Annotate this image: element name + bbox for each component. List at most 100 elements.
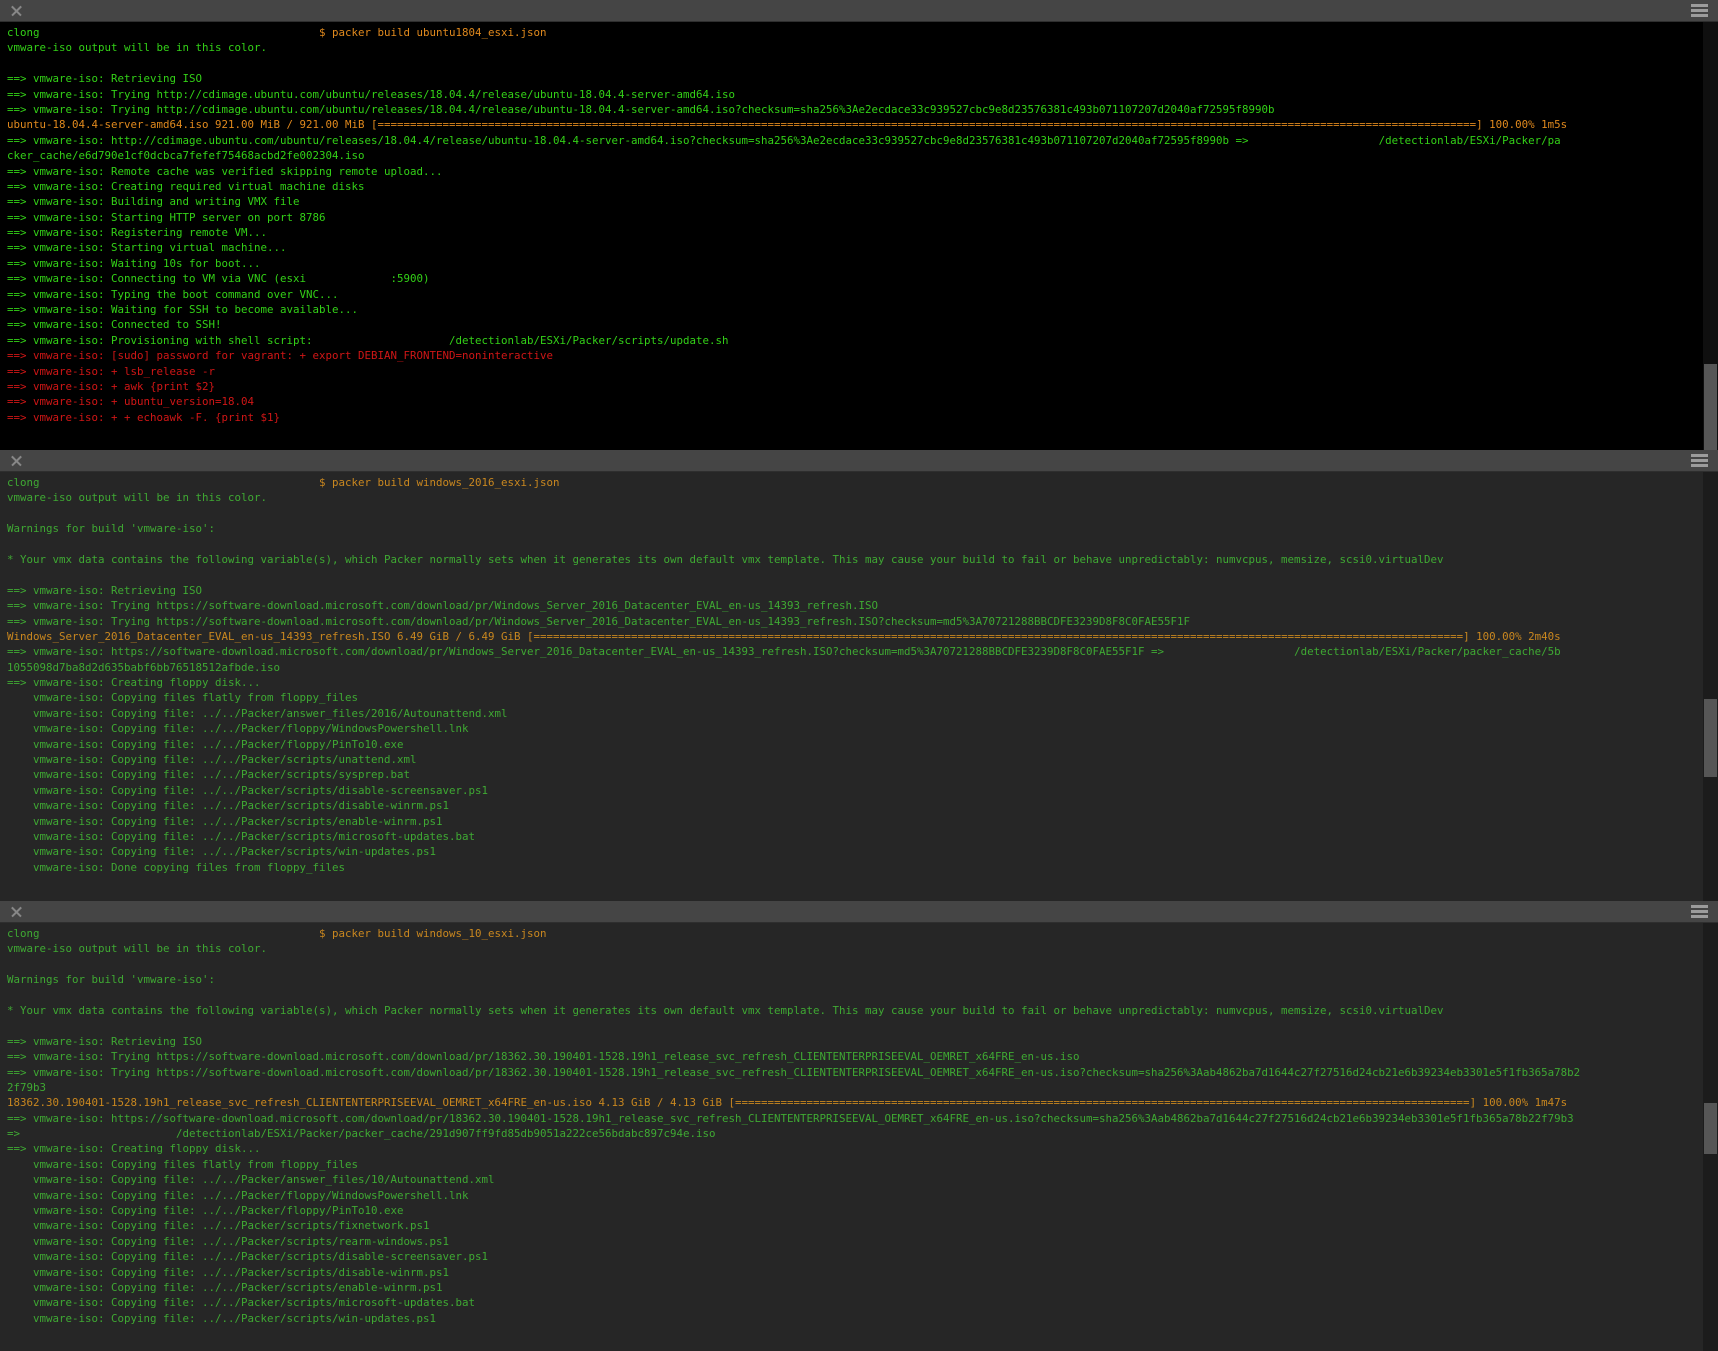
- terminal-text-segment: vmware-iso: Copying files flatly from fl…: [7, 691, 358, 704]
- scrollbar[interactable]: [1703, 22, 1718, 450]
- terminal-text-segment: vmware-iso: Copying file: ../../Packer/s…: [7, 799, 449, 812]
- terminal-output-windows2016[interactable]: clong $ packer build windows_2016_esxi.j…: [0, 472, 1718, 901]
- close-icon[interactable]: [10, 905, 23, 918]
- terminal-text-segment: Warnings for build 'vmware-iso':: [7, 522, 215, 535]
- terminal-text-segment: ==> vmware-iso: Building and writing VMX…: [7, 195, 300, 208]
- terminal-line: ==> vmware-iso: + + echoawk -F. {print $…: [7, 410, 1718, 425]
- terminal-line: vmware-iso: Copying file: ../../Packer/s…: [7, 1295, 1718, 1310]
- terminal-line: ==> vmware-iso: + awk {print $2}: [7, 379, 1718, 394]
- terminal-text-segment: 1055098d7ba8d2d635babf6bb76518512afbde.i…: [7, 661, 280, 674]
- terminal-pane-ubuntu1804: clong $ packer build ubuntu1804_esxi.jso…: [0, 0, 1718, 450]
- terminal-line: vmware-iso: Copying file: ../../Packer/s…: [7, 798, 1718, 813]
- terminal-line: ==> vmware-iso: Trying https://software-…: [7, 598, 1718, 613]
- scrollbar[interactable]: [1703, 923, 1718, 1351]
- terminal-text-segment: [306, 272, 391, 285]
- terminal-line: ==> vmware-iso: Retrieving ISO: [7, 583, 1718, 598]
- terminal-text-segment: ==> vmware-iso: Trying https://software-…: [7, 1066, 1580, 1079]
- scrollbar[interactable]: [1703, 472, 1718, 901]
- terminal-line: ==> vmware-iso: Waiting for SSH to becom…: [7, 302, 1718, 317]
- terminal-line: ==> vmware-iso: http://cdimage.ubuntu.co…: [7, 133, 1718, 148]
- terminal-line: ==> vmware-iso: https://software-downloa…: [7, 1111, 1718, 1126]
- terminal-line: 2f79b3: [7, 1080, 1718, 1095]
- terminal-text-segment: * Your vmx data contains the following v…: [7, 553, 1444, 566]
- terminal-text-segment: cker_cache/e6d790e1cf0dcbca7fefef75468ac…: [7, 149, 365, 162]
- scrollbar-thumb[interactable]: [1704, 699, 1717, 776]
- terminal-line: vmware-iso: Copying file: ../../Packer/s…: [7, 1249, 1718, 1264]
- terminal-text-segment: Warnings for build 'vmware-iso':: [7, 973, 215, 986]
- terminal-text-segment: * Your vmx data contains the following v…: [7, 1004, 1444, 1017]
- terminal-text-segment: =>: [7, 1127, 20, 1140]
- terminal-text-segment: vmware-iso: Copying file: ../../Packer/s…: [7, 753, 417, 766]
- terminal-line: ==> vmware-iso: [sudo] password for vagr…: [7, 348, 1718, 363]
- terminal-line: ==> vmware-iso: + lsb_release -r: [7, 364, 1718, 379]
- terminal-text-segment: ==> vmware-iso: Retrieving ISO: [7, 72, 202, 85]
- terminal-text-segment: ==> vmware-iso: Starting virtual machine…: [7, 241, 287, 254]
- terminal-line: [7, 506, 1718, 521]
- terminal-line: ==> vmware-iso: Retrieving ISO: [7, 1034, 1718, 1049]
- terminal-text-segment: vmware-iso: Done copying files from flop…: [7, 861, 345, 874]
- terminal-line: clong $ packer build ubuntu1804_esxi.jso…: [7, 25, 1718, 40]
- close-icon[interactable]: [10, 454, 23, 467]
- close-icon[interactable]: [10, 4, 23, 17]
- terminal-output-ubuntu1804[interactable]: clong $ packer build ubuntu1804_esxi.jso…: [0, 22, 1718, 450]
- terminal-line: ==> vmware-iso: Creating floppy disk...: [7, 675, 1718, 690]
- terminal-text-segment: ==> vmware-iso: Trying http://cdimage.ub…: [7, 88, 735, 101]
- terminal-line: ==> vmware-iso: Trying https://software-…: [7, 1049, 1718, 1064]
- terminal-line: vmware-iso: Copying file: ../../Packer/s…: [7, 814, 1718, 829]
- terminal-line: => /detectionlab/ESXi/Packer/packer_cach…: [7, 1126, 1718, 1141]
- terminal-text-segment: vmware-iso: Copying file: ../../Packer/f…: [7, 722, 469, 735]
- terminal-text-segment: vmware-iso: Copying file: ../../Packer/a…: [7, 707, 508, 720]
- terminal-line: clong $ packer build windows_10_esxi.jso…: [7, 926, 1718, 941]
- terminal-line: ==> vmware-iso: Provisioning with shell …: [7, 333, 1718, 348]
- terminal-line: ==> vmware-iso: Waiting 10s for boot...: [7, 256, 1718, 271]
- terminal-text-segment: ==> vmware-iso: + ubuntu_version=18.04: [7, 395, 254, 408]
- terminal-text-segment: vmware-iso: Copying file: ../../Packer/s…: [7, 1312, 436, 1325]
- terminal-line: * Your vmx data contains the following v…: [7, 1003, 1718, 1018]
- scrollbar-thumb[interactable]: [1704, 364, 1717, 450]
- terminal-line: vmware-iso: Copying file: ../../Packer/s…: [7, 1280, 1718, 1295]
- terminal-text-segment: ==> vmware-iso: + + echoawk -F. {print $…: [7, 411, 280, 424]
- terminal-text-segment: /detectionlab/ESXi/Packer/pa: [1379, 134, 1561, 147]
- terminal-text-segment: Windows_Server_2016_Datacenter_EVAL_en-u…: [7, 630, 534, 643]
- terminal-text-segment: ==> vmware-iso: Trying https://software-…: [7, 599, 878, 612]
- menu-icon[interactable]: [1691, 905, 1708, 918]
- terminal-output-windows10[interactable]: clong $ packer build windows_10_esxi.jso…: [0, 923, 1718, 1351]
- terminal-text-segment: ==> vmware-iso: https://software-downloa…: [7, 1112, 1574, 1125]
- terminal-line: cker_cache/e6d790e1cf0dcbca7fefef75468ac…: [7, 148, 1718, 163]
- terminal-text-segment: ==> vmware-iso: + lsb_release -r: [7, 365, 215, 378]
- scrollbar-thumb[interactable]: [1704, 1103, 1717, 1154]
- terminal-text-segment: :5900): [391, 272, 430, 285]
- terminal-line: ==> vmware-iso: Creating required virtua…: [7, 179, 1718, 194]
- terminal-text-segment: ========================================…: [735, 1096, 1470, 1109]
- terminal-text-segment: ==> vmware-iso: Retrieving ISO: [7, 584, 202, 597]
- terminal-text-segment: vmware-iso: Copying file: ../../Packer/s…: [7, 784, 488, 797]
- terminal-text-segment: $ packer build windows_10_esxi.json: [319, 927, 547, 940]
- terminal-line: ==> vmware-iso: Connecting to VM via VNC…: [7, 271, 1718, 286]
- terminal-line: ==> vmware-iso: Trying http://cdimage.ub…: [7, 102, 1718, 117]
- terminal-text-segment: vmware-iso: Copying file: ../../Packer/s…: [7, 1296, 475, 1309]
- terminal-line: ubuntu-18.04.4-server-amd64.iso 921.00 M…: [7, 117, 1718, 132]
- terminal-text-segment: vmware-iso: Copying file: ../../Packer/f…: [7, 738, 404, 751]
- terminal-text-segment: clong: [7, 927, 40, 940]
- terminal-text-segment: vmware-iso: Copying file: ../../Packer/a…: [7, 1173, 495, 1186]
- terminal-text-segment: $ packer build ubuntu1804_esxi.json: [319, 26, 547, 39]
- menu-icon[interactable]: [1691, 4, 1708, 17]
- menu-icon[interactable]: [1691, 454, 1708, 467]
- terminal-text-segment: clong: [7, 476, 40, 489]
- terminal-pane-windows2016: clong $ packer build windows_2016_esxi.j…: [0, 450, 1718, 901]
- terminal-text-segment: ==> vmware-iso: Provisioning with shell …: [7, 334, 313, 347]
- terminal-text-segment: vmware-iso: Copying file: ../../Packer/s…: [7, 1235, 449, 1248]
- pane-titlebar: [0, 0, 1718, 22]
- terminal-text-segment: vmware-iso: Copying file: ../../Packer/s…: [7, 845, 436, 858]
- terminal-line: vmware-iso: Copying files flatly from fl…: [7, 1157, 1718, 1172]
- terminal-text-segment: ========================================…: [378, 118, 1477, 131]
- terminal-line: vmware-iso: Copying file: ../../Packer/s…: [7, 752, 1718, 767]
- terminal-text-segment: /detectionlab/ESXi/Packer/scripts/update…: [449, 334, 729, 347]
- terminal-text-segment: ==> vmware-iso: Creating floppy disk...: [7, 1142, 261, 1155]
- terminal-text-segment: 2f79b3: [7, 1081, 46, 1094]
- terminal-text-segment: ==> vmware-iso: Remote cache was verifie…: [7, 165, 443, 178]
- terminal-text-segment: ==> vmware-iso: Typing the boot command …: [7, 288, 339, 301]
- terminal-text-segment: vmware-iso: Copying file: ../../Packer/s…: [7, 815, 443, 828]
- terminal-text-segment: vmware-iso: Copying file: ../../Packer/s…: [7, 830, 475, 843]
- terminal-line: [7, 567, 1718, 582]
